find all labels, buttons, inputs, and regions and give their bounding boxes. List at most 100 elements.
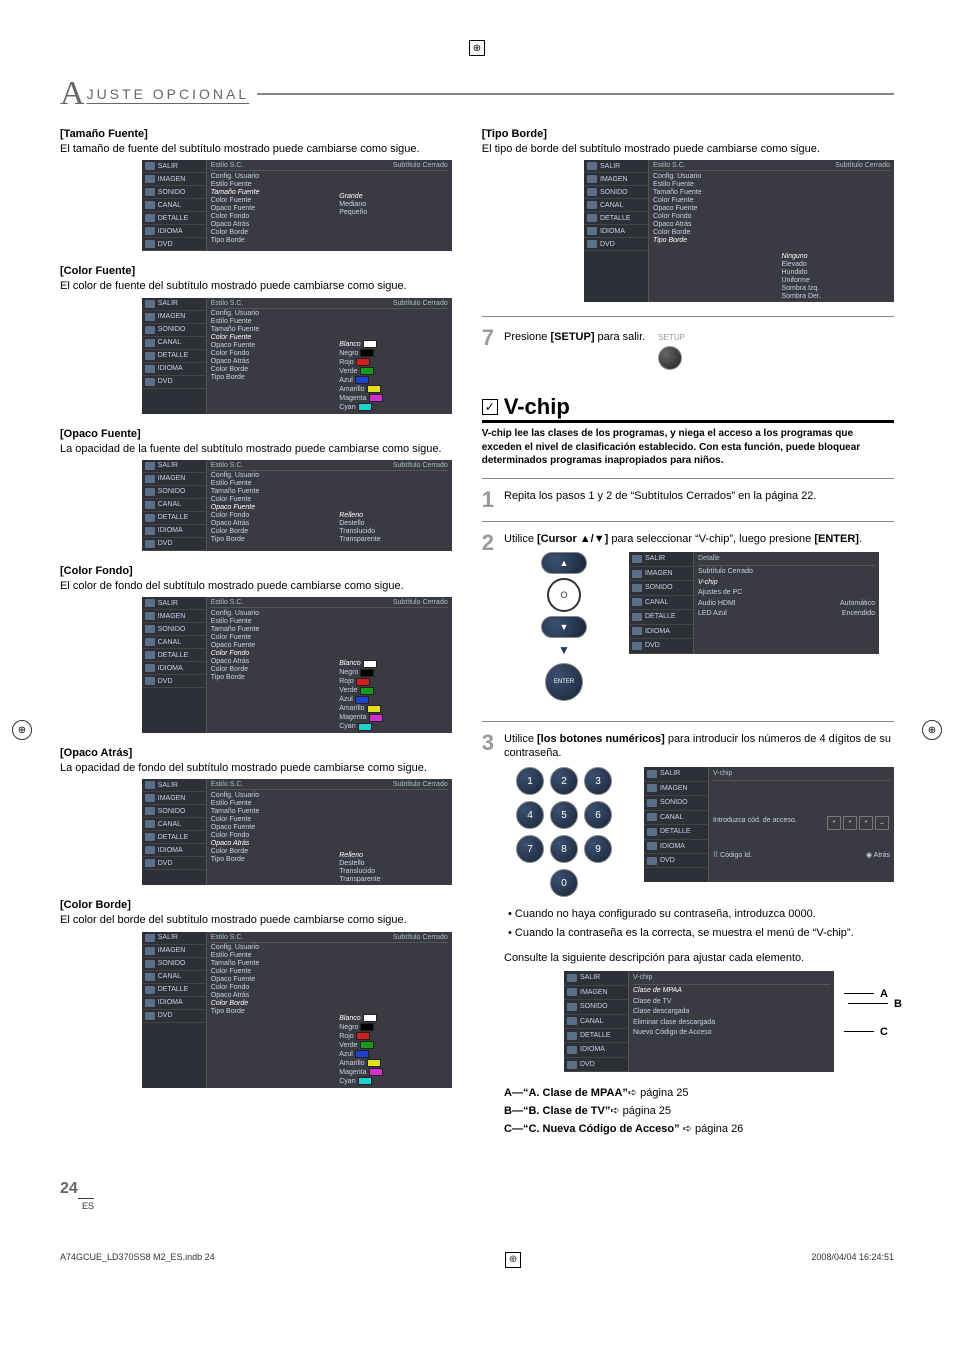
osd-row: Tamaño Fuente xyxy=(211,625,320,633)
osd-sidebar-label: DVD xyxy=(158,378,173,385)
osd-sidebar-label: SALIR xyxy=(158,934,178,941)
osd-main: Estilo S.C.Subtítulo CerradoConfig. Usua… xyxy=(207,460,452,551)
osd-sidebar: SALIRIMAGENSONIDOCANALDETALLEIDIOMADVD xyxy=(142,932,207,1088)
osd-row: Opaco Fuente xyxy=(211,823,320,831)
osd-sidebar-item: SONIDO xyxy=(644,796,708,810)
numpad-button-2: 2 xyxy=(550,767,578,795)
osd-sidebar-label: CANAL xyxy=(158,639,181,646)
footer-file: A74GCUE_LD370SS8 M2_ES.indb 24 xyxy=(60,1252,215,1268)
footer-meta: A74GCUE_LD370SS8 M2_ES.indb 24 ⊕ 2008/04… xyxy=(60,1252,894,1268)
osd-value-row: Blanco xyxy=(339,659,448,668)
osd-label: Opaco Atrás xyxy=(653,221,692,228)
osd-row: Opaco Atrás xyxy=(211,657,320,665)
osd-screenshot: SALIRIMAGENSONIDOCANALDETALLEIDIOMADVDEs… xyxy=(584,160,894,302)
menu-icon xyxy=(145,227,155,235)
osd-sidebar-label: CANAL xyxy=(158,973,181,980)
color-swatch xyxy=(355,696,369,704)
osd-row: Color Fuente xyxy=(211,496,320,504)
arrow-icon: ➪ xyxy=(680,1123,692,1135)
osd-value: Magenta xyxy=(339,1069,366,1076)
osd-sidebar-label: SONIDO xyxy=(158,189,186,196)
osd-value: Mediano xyxy=(339,201,366,208)
osd-sidebar-item: IDIOMA xyxy=(629,625,693,639)
osd-label: Opaco Atrás xyxy=(211,358,250,365)
osd-screenshot: SALIRIMAGENSONIDOCANALDETALLEIDIOMADVDEs… xyxy=(142,779,452,885)
osd-sidebar-item: DETALLE xyxy=(142,512,206,525)
osd-sidebar-item: CANAL xyxy=(142,499,206,512)
osd-row: Tipo Borde xyxy=(211,855,320,863)
osd-sidebar-label: DVD xyxy=(158,860,173,867)
osd-value-row: Azul xyxy=(339,695,448,704)
osd-sidebar-item: IDIOMA xyxy=(142,997,206,1010)
osd-sidebar-label: IDIOMA xyxy=(158,228,183,235)
osd-sidebar-label: IMAGEN xyxy=(158,313,186,320)
osd-label: Opaco Fuente xyxy=(211,342,255,349)
color-swatch xyxy=(360,349,374,357)
callout-letter: B xyxy=(894,997,902,1012)
osd-sidebar-label: CANAL xyxy=(660,813,683,822)
osd-sidebar-item: SONIDO xyxy=(142,186,206,199)
header-rule xyxy=(257,93,894,95)
osd-value: Relleno xyxy=(339,852,363,859)
osd-sidebar-label: DETALLE xyxy=(580,1031,611,1040)
osd-label: Audio HDMI xyxy=(698,599,736,608)
osd-value: Transparente xyxy=(339,876,380,883)
menu-icon xyxy=(145,677,155,685)
osd-value-row: Destello xyxy=(339,859,448,867)
osd-value: Elevado xyxy=(782,261,807,268)
osd-value: Blanco xyxy=(339,1015,360,1022)
menu-icon xyxy=(145,794,155,802)
osd-row: Color Fondo xyxy=(211,350,320,358)
osd-sidebar-label: DVD xyxy=(660,856,675,865)
menu-icon xyxy=(587,201,597,209)
osd-label: Color Fondo xyxy=(211,650,250,657)
osd-prompt: Introduzca cód. de acceso. xyxy=(713,816,797,830)
osd-value: Verde xyxy=(339,1042,357,1049)
osd-sidebar-item: IDIOMA xyxy=(644,840,708,854)
menu-icon xyxy=(145,514,155,522)
osd-row: Config. Usuario xyxy=(211,944,320,952)
osd-row: Color Borde xyxy=(211,366,320,374)
osd-sidebar-item: SONIDO xyxy=(142,486,206,499)
header-title: JUSTE OPCIONAL xyxy=(87,86,250,102)
osd-sidebar-label: DETALLE xyxy=(600,215,631,222)
menu-icon xyxy=(567,1046,577,1054)
osd-value-row: Elevado xyxy=(782,260,891,268)
osd-label: Color Borde xyxy=(653,229,690,236)
osd-row: Color Fuente xyxy=(211,196,320,204)
menu-icon xyxy=(145,960,155,968)
osd-main: Estilo S.C.Subtítulo CerradoConfig. Usua… xyxy=(207,160,452,251)
osd-sidebar-item: IMAGEN xyxy=(142,311,206,324)
osd-label: Opaco Atrás xyxy=(211,520,250,527)
osd-sidebar: SALIRIMAGENSONIDOCANALDETALLEIDIOMADVD xyxy=(142,160,207,251)
color-swatch xyxy=(358,403,372,411)
setup-button-icon xyxy=(658,346,682,370)
osd-row: Color Fondo xyxy=(211,649,320,657)
osd-sidebar-label: IDIOMA xyxy=(158,999,183,1006)
section-title: [Color Fondo] xyxy=(60,565,452,577)
osd-label: Color Fuente xyxy=(211,496,251,503)
osd-label: Color Borde xyxy=(211,366,248,373)
step-text: para salir. xyxy=(594,331,645,343)
osd-sidebar-label: IMAGEN xyxy=(158,795,186,802)
chevron-down-icon: ▼ xyxy=(558,642,570,658)
osd-value-row: Amarillo xyxy=(339,385,448,394)
osd-sidebar-label: SALIR xyxy=(158,462,178,469)
osd-sidebar-item: SALIR xyxy=(644,767,708,781)
menu-icon xyxy=(145,527,155,535)
osd-row: Tamaño Fuente xyxy=(211,488,320,496)
osd-sidebar-item: DVD xyxy=(564,1058,628,1072)
menu-icon xyxy=(145,999,155,1007)
menu-icon xyxy=(145,820,155,828)
numpad-button-3: 3 xyxy=(584,767,612,795)
osd-value-row: Magenta xyxy=(339,713,448,722)
color-swatch xyxy=(367,385,381,393)
osd-label: Tamaño Fuente xyxy=(211,960,260,967)
osd-value-row: Negro xyxy=(339,668,448,677)
section-divider xyxy=(482,316,894,317)
osd-row: Color Fuente xyxy=(211,633,320,641)
osd-sidebar-item: DETALLE xyxy=(584,212,648,225)
osd-sidebar-item: DVD xyxy=(142,538,206,551)
osd-label: Tamaño Fuente xyxy=(211,488,260,495)
color-swatch xyxy=(358,723,372,731)
